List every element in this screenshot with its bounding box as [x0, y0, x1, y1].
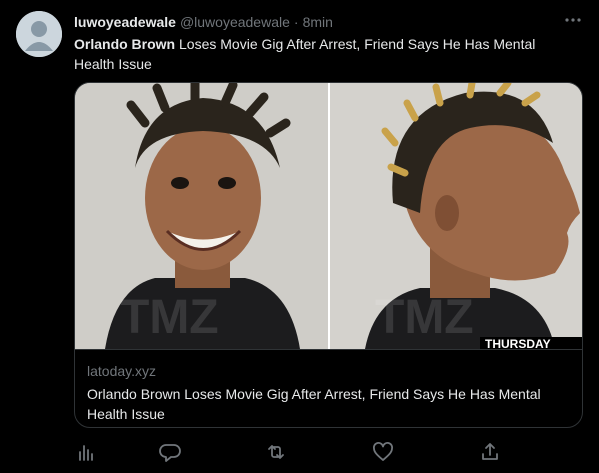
action-bar: [74, 440, 504, 464]
retweet-icon[interactable]: [264, 440, 288, 464]
tweet-text-bold: Orlando Brown: [74, 36, 176, 52]
tweet-header: luwoyeadewale @luwoyeadewale · 8min: [74, 12, 583, 32]
analytics-icon[interactable]: [74, 440, 98, 464]
tweet[interactable]: luwoyeadewale @luwoyeadewale · 8min Orla…: [0, 0, 599, 473]
reply-icon[interactable]: [158, 440, 182, 464]
user-handle[interactable]: @luwoyeadewale: [180, 14, 290, 30]
separator: ·: [293, 14, 299, 30]
card-image[interactable]: TMZ TMZ THURSDAY: [75, 83, 582, 349]
avatar[interactable]: [16, 11, 62, 57]
share-icon[interactable]: [478, 440, 502, 464]
card-meta[interactable]: latoday.xyz Orlando Brown Loses Movie Gi…: [75, 349, 582, 427]
tweet-text: Orlando Brown Loses Movie Gig After Arre…: [74, 34, 574, 74]
link-card[interactable]: TMZ TMZ THURSDAY latoday.xyz Orlando Bro…: [74, 82, 583, 428]
card-domain: latoday.xyz: [87, 363, 156, 379]
watermark-2: TMZ: [375, 291, 474, 344]
card-title: Orlando Brown Loses Movie Gig After Arre…: [87, 386, 541, 422]
timestamp[interactable]: 8min: [303, 14, 333, 30]
ellipsis-icon[interactable]: [563, 10, 583, 30]
like-icon[interactable]: [371, 440, 395, 464]
watermark: TMZ: [120, 291, 219, 344]
display-name[interactable]: luwoyeadewale: [74, 14, 176, 30]
image-caption: THURSDAY: [485, 337, 551, 349]
